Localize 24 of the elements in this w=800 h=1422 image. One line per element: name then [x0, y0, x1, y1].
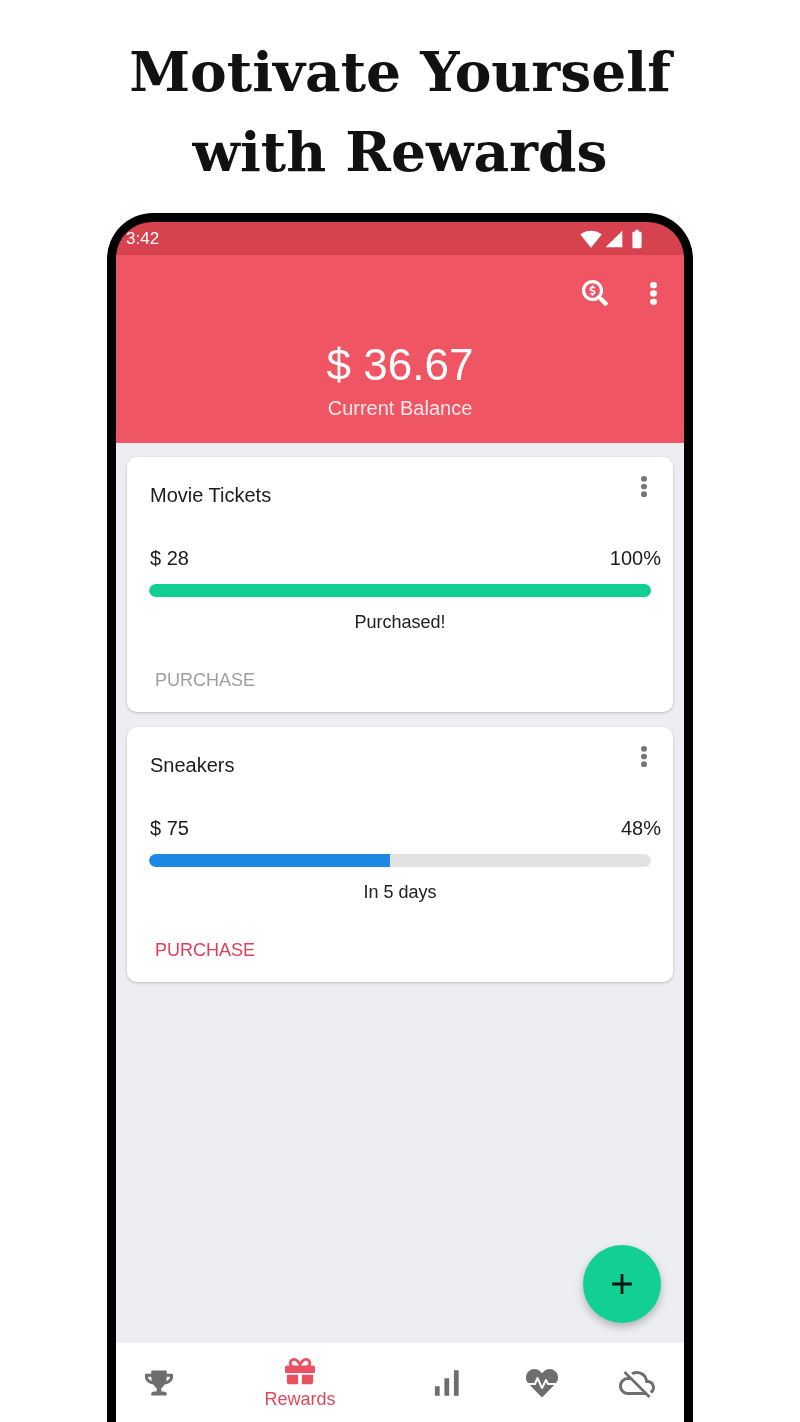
- reward-status: In 5 days: [363, 881, 437, 903]
- more-vertical-icon: [641, 475, 647, 497]
- status-time: 3:42: [126, 228, 160, 249]
- nav-tab[interactable]: Rewards: [202, 1343, 398, 1422]
- reward-price: $ 75: [150, 816, 189, 840]
- search-dollar-icon: [582, 280, 608, 306]
- add-button[interactable]: [583, 1245, 661, 1323]
- balance-caption: Current Balance: [327, 396, 473, 420]
- more-vertical-icon: [641, 745, 647, 767]
- reward-price: $ 28: [150, 546, 189, 570]
- heart-pulse-icon: [526, 1366, 558, 1399]
- trophy-icon: [145, 1368, 173, 1397]
- gift-icon: [285, 1355, 315, 1386]
- more-vertical-icon: [649, 281, 657, 305]
- signal-icon: [604, 228, 624, 249]
- headline: Motivate Yourself with Rewards: [100, 32, 700, 192]
- balance-amount: $ 36.67: [326, 339, 474, 391]
- search-money-button[interactable]: [581, 279, 609, 307]
- reward-title: Sneakers: [150, 753, 235, 777]
- progress-percent: 100%: [609, 546, 661, 570]
- reward-status: Purchased!: [354, 611, 446, 633]
- purchase-button[interactable]: PURCHASE: [143, 931, 268, 969]
- progress-percent: 48%: [620, 816, 661, 840]
- reward-title: Movie Tickets: [150, 483, 272, 507]
